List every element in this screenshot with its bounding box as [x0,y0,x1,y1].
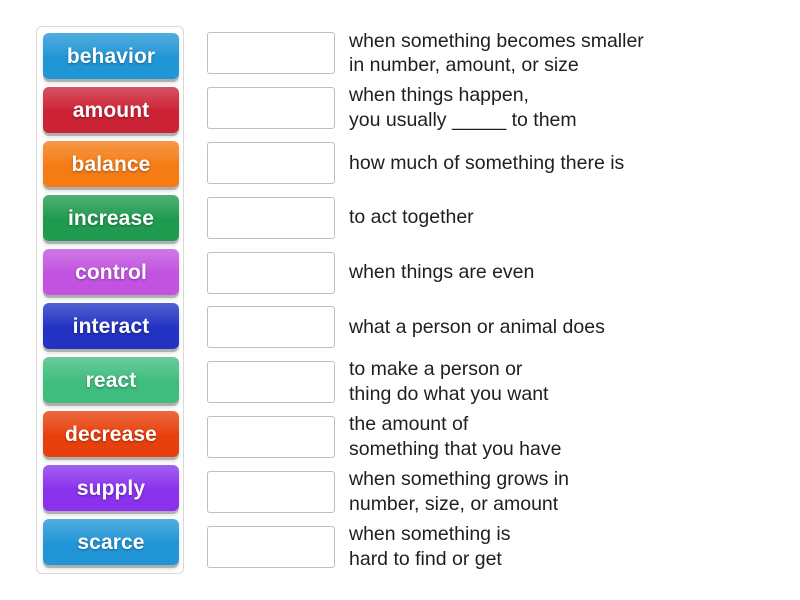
answer-drop-zone[interactable] [207,415,335,458]
word-tile[interactable]: scarce [43,519,179,565]
definition-row: how much of something there is [207,136,767,191]
definition-row: when things happen, you usually _____ to… [207,81,767,136]
answer-drop-zone[interactable] [207,32,335,75]
word-tile[interactable]: increase [43,195,179,241]
definition-text: to make a person or thing do what you wa… [349,358,549,406]
word-tile[interactable]: interact [43,303,179,349]
word-tile-label: balance [71,152,151,176]
match-up-activity: behavior amount balance increase control inte… [0,0,800,600]
definition-text: when something is hard to find or get [349,522,511,570]
definition-text: the amount of something that you have [349,413,562,460]
answer-drop-zone[interactable] [207,361,335,404]
definition-row-list: when something becomes smaller in number… [207,26,767,574]
word-tile[interactable]: decrease [43,411,179,457]
draggable-word-tile-column: behavior amount balance increase control inte… [36,26,184,574]
definition-text: when things are even [349,261,535,284]
word-tile-label: amount [72,98,150,122]
word-tile-label: control [75,260,147,284]
word-tile[interactable]: behavior [43,33,179,79]
word-tile[interactable]: balance [43,141,179,187]
definition-text: when something grows in number, size, or… [349,468,570,515]
word-tile-label: behavior [66,44,156,68]
word-tile-label: increase [67,206,155,230]
definition-row: what a person or animal does [207,300,767,355]
word-tile-label: decrease [65,422,157,446]
word-tile-label: react [85,368,137,392]
definition-row: the amount of something that you have [207,410,767,465]
answer-drop-zone[interactable] [207,306,335,349]
word-tile-label: supply [76,476,146,500]
definition-row: when something becomes smaller in number… [207,26,767,81]
word-tile[interactable]: supply [43,465,179,511]
definition-text: to act together [349,206,474,229]
word-tile[interactable]: react [43,357,179,403]
definition-row: when things are even [207,245,767,300]
answer-drop-zone[interactable] [207,87,335,130]
answer-drop-zone[interactable] [207,196,335,239]
definition-text: when things happen, you usually _____ to… [349,84,577,132]
answer-drop-zone[interactable] [207,141,335,184]
word-tile-label: scarce [77,530,145,554]
definition-row: when something grows in number, size, or… [207,464,767,519]
definition-row: to make a person or thing do what you wa… [207,355,767,410]
word-tile[interactable]: amount [43,87,179,133]
word-tile[interactable]: control [43,249,179,295]
definition-text: when something becomes smaller in number… [349,29,644,77]
definition-row: to act together [207,190,767,245]
word-tile-label: interact [72,314,150,338]
answer-drop-zone[interactable] [207,251,335,294]
definition-text: how much of something there is [349,151,625,174]
definition-row: when something is hard to find or get [207,519,767,574]
definition-text: what a person or animal does [349,316,605,338]
answer-drop-zone[interactable] [207,470,335,513]
answer-drop-zone[interactable] [207,525,335,568]
